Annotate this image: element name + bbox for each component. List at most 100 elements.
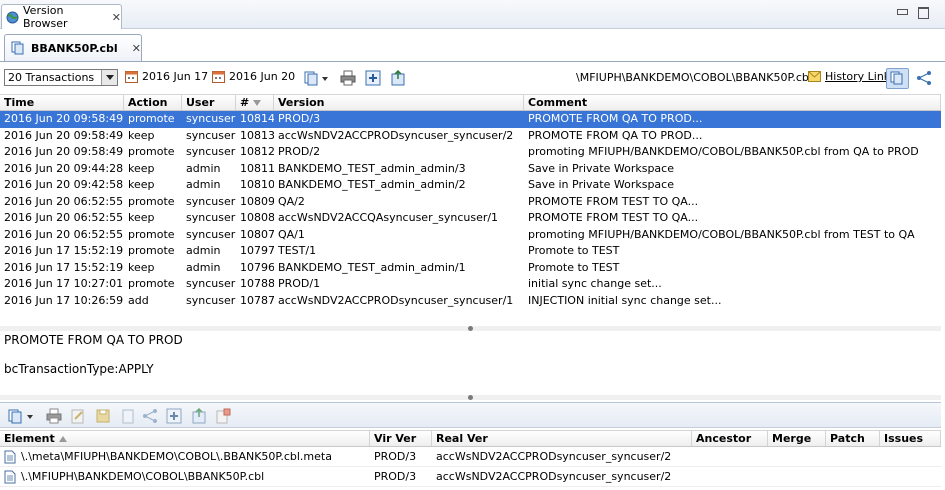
file-tab-bbank50p[interactable]: BBANK50P.cbl ✕: [4, 34, 142, 61]
column-header-real-ver[interactable]: Real Ver: [432, 431, 692, 446]
table-row[interactable]: 2016 Jun 20 09:58:49 keep syncuser 10813…: [0, 128, 941, 145]
cell-time: 2016 Jun 20 06:52:55: [4, 211, 124, 224]
print-icon[interactable]: [340, 70, 356, 86]
compare-dropdown-icon[interactable]: [304, 70, 330, 86]
splitter-handle[interactable]: [0, 395, 941, 400]
compare-dropdown-icon[interactable]: [8, 408, 36, 424]
minimize-icon[interactable]: [896, 7, 908, 18]
cell-comment: Promote to TEST: [528, 244, 620, 257]
export-icon[interactable]: [390, 70, 406, 86]
column-header-number[interactable]: #: [236, 95, 274, 110]
table-row[interactable]: 2016 Jun 20 06:52:55 promote syncuser 10…: [0, 227, 941, 244]
detail-comment: PROMOTE FROM QA TO PROD: [4, 333, 183, 347]
table-row[interactable]: 2016 Jun 20 09:58:49 promote syncuser 10…: [0, 111, 941, 128]
elements-pane: Element Vir Ver Real Ver Ancestor Merge …: [0, 402, 941, 490]
table-row[interactable]: 2016 Jun 17 15:52:19 promote admin 10797…: [0, 243, 941, 260]
table-row[interactable]: \.\MFIUPH\BANKDEMO\COBOL\BBANK50P.cbl PR…: [0, 467, 941, 487]
cell-time: 2016 Jun 20 09:58:49: [4, 145, 124, 158]
element-path: \.\meta\MFIUPH\BANKDEMO\COBOL\.BBANK50P.…: [21, 450, 332, 463]
close-icon[interactable]: ✕: [132, 43, 141, 54]
cell-action: promote: [128, 227, 175, 241]
column-header-patch[interactable]: Patch: [826, 431, 880, 446]
date-to-button[interactable]: 2016 Jun 20: [212, 70, 295, 83]
table-row[interactable]: \.\meta\MFIUPH\BANKDEMO\COBOL\.BBANK50P.…: [0, 447, 941, 467]
branch-graph-icon[interactable]: [916, 70, 932, 86]
patch-icon[interactable]: [215, 408, 231, 424]
cell-time: 2016 Jun 20 09:44:28: [4, 161, 124, 175]
elements-toolbar: [0, 402, 941, 428]
versions-view-toggle[interactable]: [886, 68, 909, 89]
column-header-issues[interactable]: Issues: [880, 431, 941, 446]
cell-action: promote: [128, 194, 175, 208]
chevron-down-icon[interactable]: [101, 70, 117, 85]
cell-version: TEST/1: [278, 244, 317, 257]
column-header-vir-ver[interactable]: Vir Ver: [370, 431, 432, 446]
column-header-merge[interactable]: Merge: [768, 431, 826, 446]
cell-comment: PROMOTE FROM TEST TO QA...: [528, 211, 699, 224]
cell-user: syncuser: [186, 293, 236, 307]
column-header-action[interactable]: Action: [124, 95, 182, 110]
cell-action: promote: [128, 277, 175, 290]
column-header-ancestor[interactable]: Ancestor: [692, 431, 768, 446]
column-header-version[interactable]: Version: [274, 95, 524, 110]
table-row[interactable]: 2016 Jun 20 09:44:28 keep admin 10811 BA…: [0, 161, 941, 178]
column-header-element-label: Element: [4, 432, 55, 445]
column-header-element[interactable]: Element: [0, 431, 370, 446]
table-row[interactable]: 2016 Jun 17 15:52:19 keep admin 10796 BA…: [0, 260, 941, 277]
history-link[interactable]: History Link: [808, 70, 890, 83]
expand-icon[interactable]: [365, 70, 381, 86]
view-tab-version-browser[interactable]: Version Browser ✕: [1, 4, 122, 30]
column-header-user[interactable]: User: [182, 95, 236, 110]
cell-element: \.\meta\MFIUPH\BANKDEMO\COBOL\.BBANK50P.…: [0, 450, 370, 464]
cell-real-ver: accWsNDV2ACCPRODsyncuser_syncuser/2: [436, 450, 672, 463]
history-table-header: Time Action User # Version Comment: [0, 94, 941, 111]
cell-time: 2016 Jun 20 09:58:49: [4, 112, 124, 125]
cell-version: BANKDEMO_TEST_admin_admin/1: [278, 260, 466, 274]
cell-real-ver: accWsNDV2ACCPRODsyncuser_syncuser/2: [436, 470, 672, 483]
table-row[interactable]: 2016 Jun 20 09:58:49 promote syncuser 10…: [0, 144, 941, 161]
edit-icon[interactable]: [70, 408, 86, 424]
sort-descending-icon: [253, 100, 262, 106]
cell-vir-ver: PROD/3: [374, 450, 417, 463]
cell-user: syncuser: [186, 211, 236, 224]
cell-number: 10812: [240, 145, 274, 158]
cell-version: QA/2: [278, 194, 305, 208]
branch-graph-icon[interactable]: [142, 408, 158, 424]
export-icon[interactable]: [191, 408, 207, 424]
view-title-bar: Version Browser ✕: [0, 0, 945, 30]
table-row[interactable]: 2016 Jun 17 10:26:59 add syncuser 10787 …: [0, 293, 941, 310]
cell-comment: promoting MFIUPH/BANKDEMO/COBOL/BBANK50P…: [528, 145, 919, 158]
cell-action: keep: [128, 211, 155, 224]
save-icon[interactable]: [95, 408, 111, 424]
cell-action: keep: [128, 260, 155, 274]
transactions-select-value: 20 Transactions: [8, 71, 95, 84]
cell-time: 2016 Jun 20 09:42:58: [4, 178, 124, 191]
cell-action: promote: [128, 244, 175, 257]
splitter-handle[interactable]: [0, 326, 941, 331]
cell-number: 10813: [240, 128, 274, 142]
column-header-comment[interactable]: Comment: [524, 95, 941, 110]
table-row[interactable]: 2016 Jun 20 09:42:58 keep admin 10810 BA…: [0, 177, 941, 194]
element-path: \.\MFIUPH\BANKDEMO\COBOL\BBANK50P.cbl: [21, 470, 265, 483]
cell-comment: PROMOTE FROM QA TO PROD...: [528, 128, 703, 142]
cell-comment: PROMOTE FROM QA TO PROD...: [528, 112, 703, 125]
transactions-select[interactable]: 20 Transactions: [4, 69, 118, 86]
envelope-icon: [808, 71, 821, 82]
cell-user: admin: [186, 260, 221, 274]
column-header-time[interactable]: Time: [0, 95, 124, 110]
cell-time: 2016 Jun 17 10:27:01: [4, 277, 124, 290]
document-icon[interactable]: [120, 408, 136, 424]
close-icon[interactable]: ✕: [112, 12, 121, 23]
cell-action: keep: [128, 161, 155, 175]
print-icon[interactable]: [46, 408, 62, 424]
cell-comment: Save in Private Workspace: [528, 161, 674, 175]
table-row[interactable]: 2016 Jun 20 06:52:55 keep syncuser 10808…: [0, 210, 941, 227]
maximize-icon[interactable]: [917, 7, 929, 19]
column-header-number-label: #: [240, 96, 250, 109]
date-from-button[interactable]: 2016 Jun 17: [125, 70, 208, 83]
expand-icon[interactable]: [166, 408, 182, 424]
table-row[interactable]: 2016 Jun 17 10:27:01 promote syncuser 10…: [0, 276, 941, 293]
cell-number: 10811: [240, 161, 274, 175]
table-row[interactable]: 2016 Jun 20 06:52:55 promote syncuser 10…: [0, 194, 941, 211]
cell-time: 2016 Jun 17 15:52:19: [4, 260, 124, 274]
